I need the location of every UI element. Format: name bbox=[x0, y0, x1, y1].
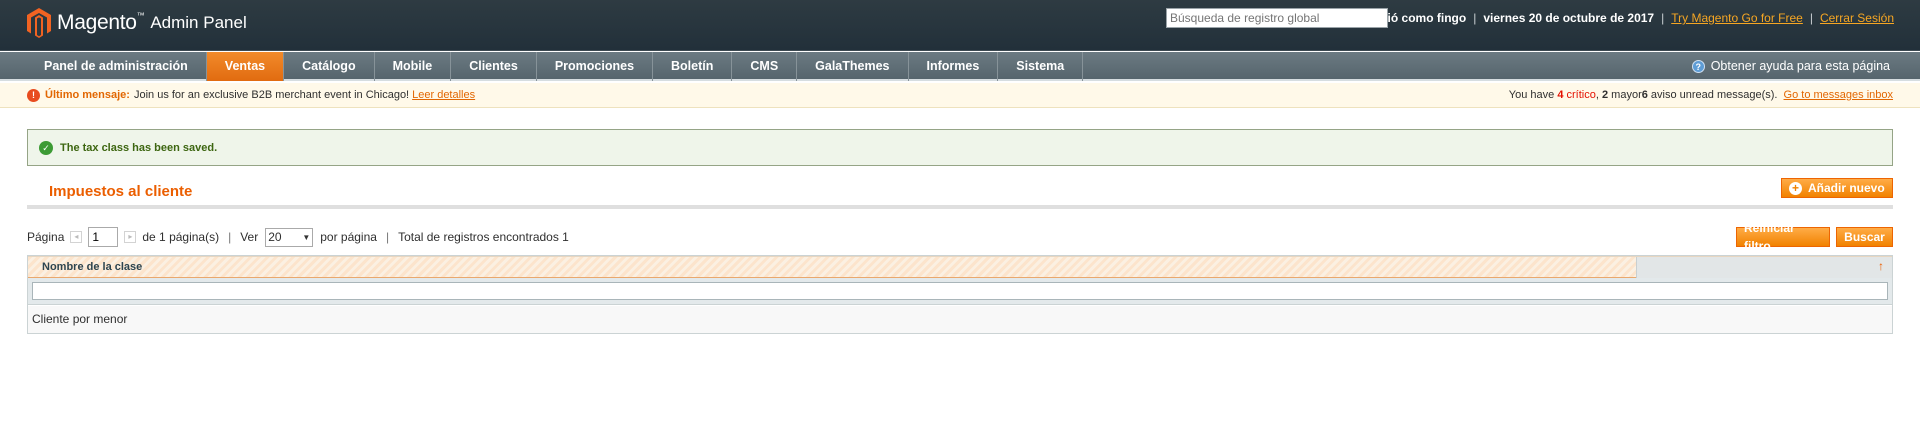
nav-item-customers[interactable]: Clientes bbox=[451, 52, 537, 81]
table-row[interactable]: Cliente por menor bbox=[28, 306, 1892, 333]
latest-message: ! Último mensaje: Join us for an exclusi… bbox=[27, 83, 475, 107]
per-page-label: por página bbox=[320, 230, 377, 244]
prev-page-icon[interactable]: ◂ bbox=[70, 231, 83, 243]
help-link[interactable]: ? Obtener ayuda para esta página bbox=[1691, 52, 1890, 81]
magento-logo[interactable]: Magento™ Admin Panel bbox=[27, 8, 247, 38]
sort-ascending-icon[interactable]: ↑ bbox=[1878, 259, 1884, 273]
separator: | bbox=[1473, 11, 1477, 25]
notice-label: aviso unread message(s). bbox=[1650, 89, 1778, 101]
try-magento-go-link[interactable]: Try Magento Go for Free bbox=[1671, 11, 1803, 25]
per-page-value: 20 bbox=[268, 230, 282, 244]
logo-name: Magento™ bbox=[57, 11, 145, 34]
nav-item-promotions[interactable]: Promociones bbox=[537, 52, 654, 81]
messages-inbox-link[interactable]: Go to messages inbox bbox=[1784, 89, 1893, 101]
next-page-icon[interactable]: ▸ bbox=[124, 231, 137, 243]
nav-item-catalog[interactable]: Catálogo bbox=[284, 52, 375, 81]
nav-item-system[interactable]: Sistema bbox=[998, 52, 1084, 81]
magento-logo-icon bbox=[27, 8, 51, 38]
main-nav: Panel de administración Ventas Catálogo … bbox=[0, 52, 1920, 81]
grid-filter-row bbox=[28, 278, 1892, 305]
nav-item-reports[interactable]: Informes bbox=[909, 52, 999, 81]
nav-item-galathemes[interactable]: GalaThemes bbox=[797, 52, 909, 81]
grid-header-spare: ↑ bbox=[1636, 257, 1892, 278]
column-header-class-name[interactable]: Nombre de la clase bbox=[42, 261, 142, 273]
unread-messages-summary: You have 4 crítico, 2 mayor6 aviso unrea… bbox=[1508, 89, 1893, 101]
add-icon: + bbox=[1789, 181, 1802, 195]
separator: | bbox=[1661, 11, 1665, 25]
major-count: 2 bbox=[1601, 89, 1609, 101]
separator: | bbox=[385, 230, 390, 244]
success-text: The tax class has been saved. bbox=[60, 141, 218, 154]
header-user-area: Accedió como fingo | viernes 20 de octub… bbox=[1352, 11, 1894, 25]
latest-message-text: Join us for an exclusive B2B merchant ev… bbox=[133, 89, 410, 101]
reset-filter-button[interactable]: Reiniciar filtro bbox=[1736, 221, 1830, 253]
page-title: Impuestos al cliente bbox=[49, 183, 193, 200]
separator: | bbox=[1809, 11, 1813, 25]
help-icon: ? bbox=[1691, 60, 1705, 73]
view-label: Ver bbox=[240, 230, 259, 244]
current-date: viernes 20 de octubre de 2017 bbox=[1483, 11, 1655, 25]
nav-item-dashboard[interactable]: Panel de administración bbox=[26, 52, 207, 81]
read-details-link[interactable]: Leer detalles bbox=[412, 83, 475, 107]
tax-class-grid: Nombre de la clase ↑ Cliente por menor bbox=[27, 255, 1893, 334]
total-records: Total de registros encontrados 1 bbox=[398, 230, 569, 244]
success-check-icon: ✓ bbox=[39, 140, 53, 155]
notification-bar: ! Último mensaje: Join us for an exclusi… bbox=[0, 83, 1920, 108]
critical-count: 4 bbox=[1557, 89, 1564, 101]
success-message: ✓ The tax class has been saved. bbox=[27, 129, 1893, 166]
nav-item-sales[interactable]: Ventas bbox=[206, 52, 285, 81]
chevron-down-icon: ▼ bbox=[302, 232, 311, 242]
critical-label: crítico bbox=[1566, 89, 1596, 101]
summary-prefix: You have bbox=[1508, 89, 1555, 101]
latest-message-title: Último mensaje: bbox=[45, 89, 130, 101]
add-new-button[interactable]: + Añadir nuevo bbox=[1781, 178, 1893, 198]
grid-header-row: Nombre de la clase ↑ bbox=[28, 256, 1892, 278]
page-number-input[interactable] bbox=[88, 227, 119, 247]
per-page-select[interactable]: 20 ▼ bbox=[265, 227, 314, 247]
nav-items: Panel de administración Ventas Catálogo … bbox=[26, 52, 1084, 81]
search-button[interactable]: Buscar bbox=[1836, 227, 1893, 247]
logged-in-label: Accedió como fingo bbox=[1351, 11, 1467, 25]
class-name-filter-input[interactable] bbox=[32, 282, 1888, 300]
notice-count: 6 bbox=[1641, 89, 1648, 101]
major-label: mayor bbox=[1611, 89, 1642, 101]
nav-item-cms[interactable]: CMS bbox=[732, 52, 798, 81]
grid-pager: Página ◂ ▸ de 1 página(s) | Ver 20 ▼ por… bbox=[27, 227, 569, 247]
add-new-label: Añadir nuevo bbox=[1808, 181, 1885, 195]
alert-icon: ! bbox=[27, 88, 40, 102]
top-header: Magento™ Admin Panel Accedió como fingo … bbox=[0, 0, 1920, 51]
page-label: Página bbox=[27, 230, 65, 244]
separator: | bbox=[228, 230, 232, 244]
nav-item-mobile[interactable]: Mobile bbox=[375, 52, 452, 81]
page-count-label: de 1 página(s) bbox=[142, 230, 220, 244]
logo-subtitle: Admin Panel bbox=[150, 13, 247, 32]
title-divider bbox=[27, 205, 1893, 209]
nav-item-newsletter[interactable]: Boletín bbox=[653, 52, 733, 81]
logout-link[interactable]: Cerrar Sesión bbox=[1820, 11, 1894, 25]
help-label: Obtener ayuda para esta página bbox=[1710, 59, 1890, 73]
